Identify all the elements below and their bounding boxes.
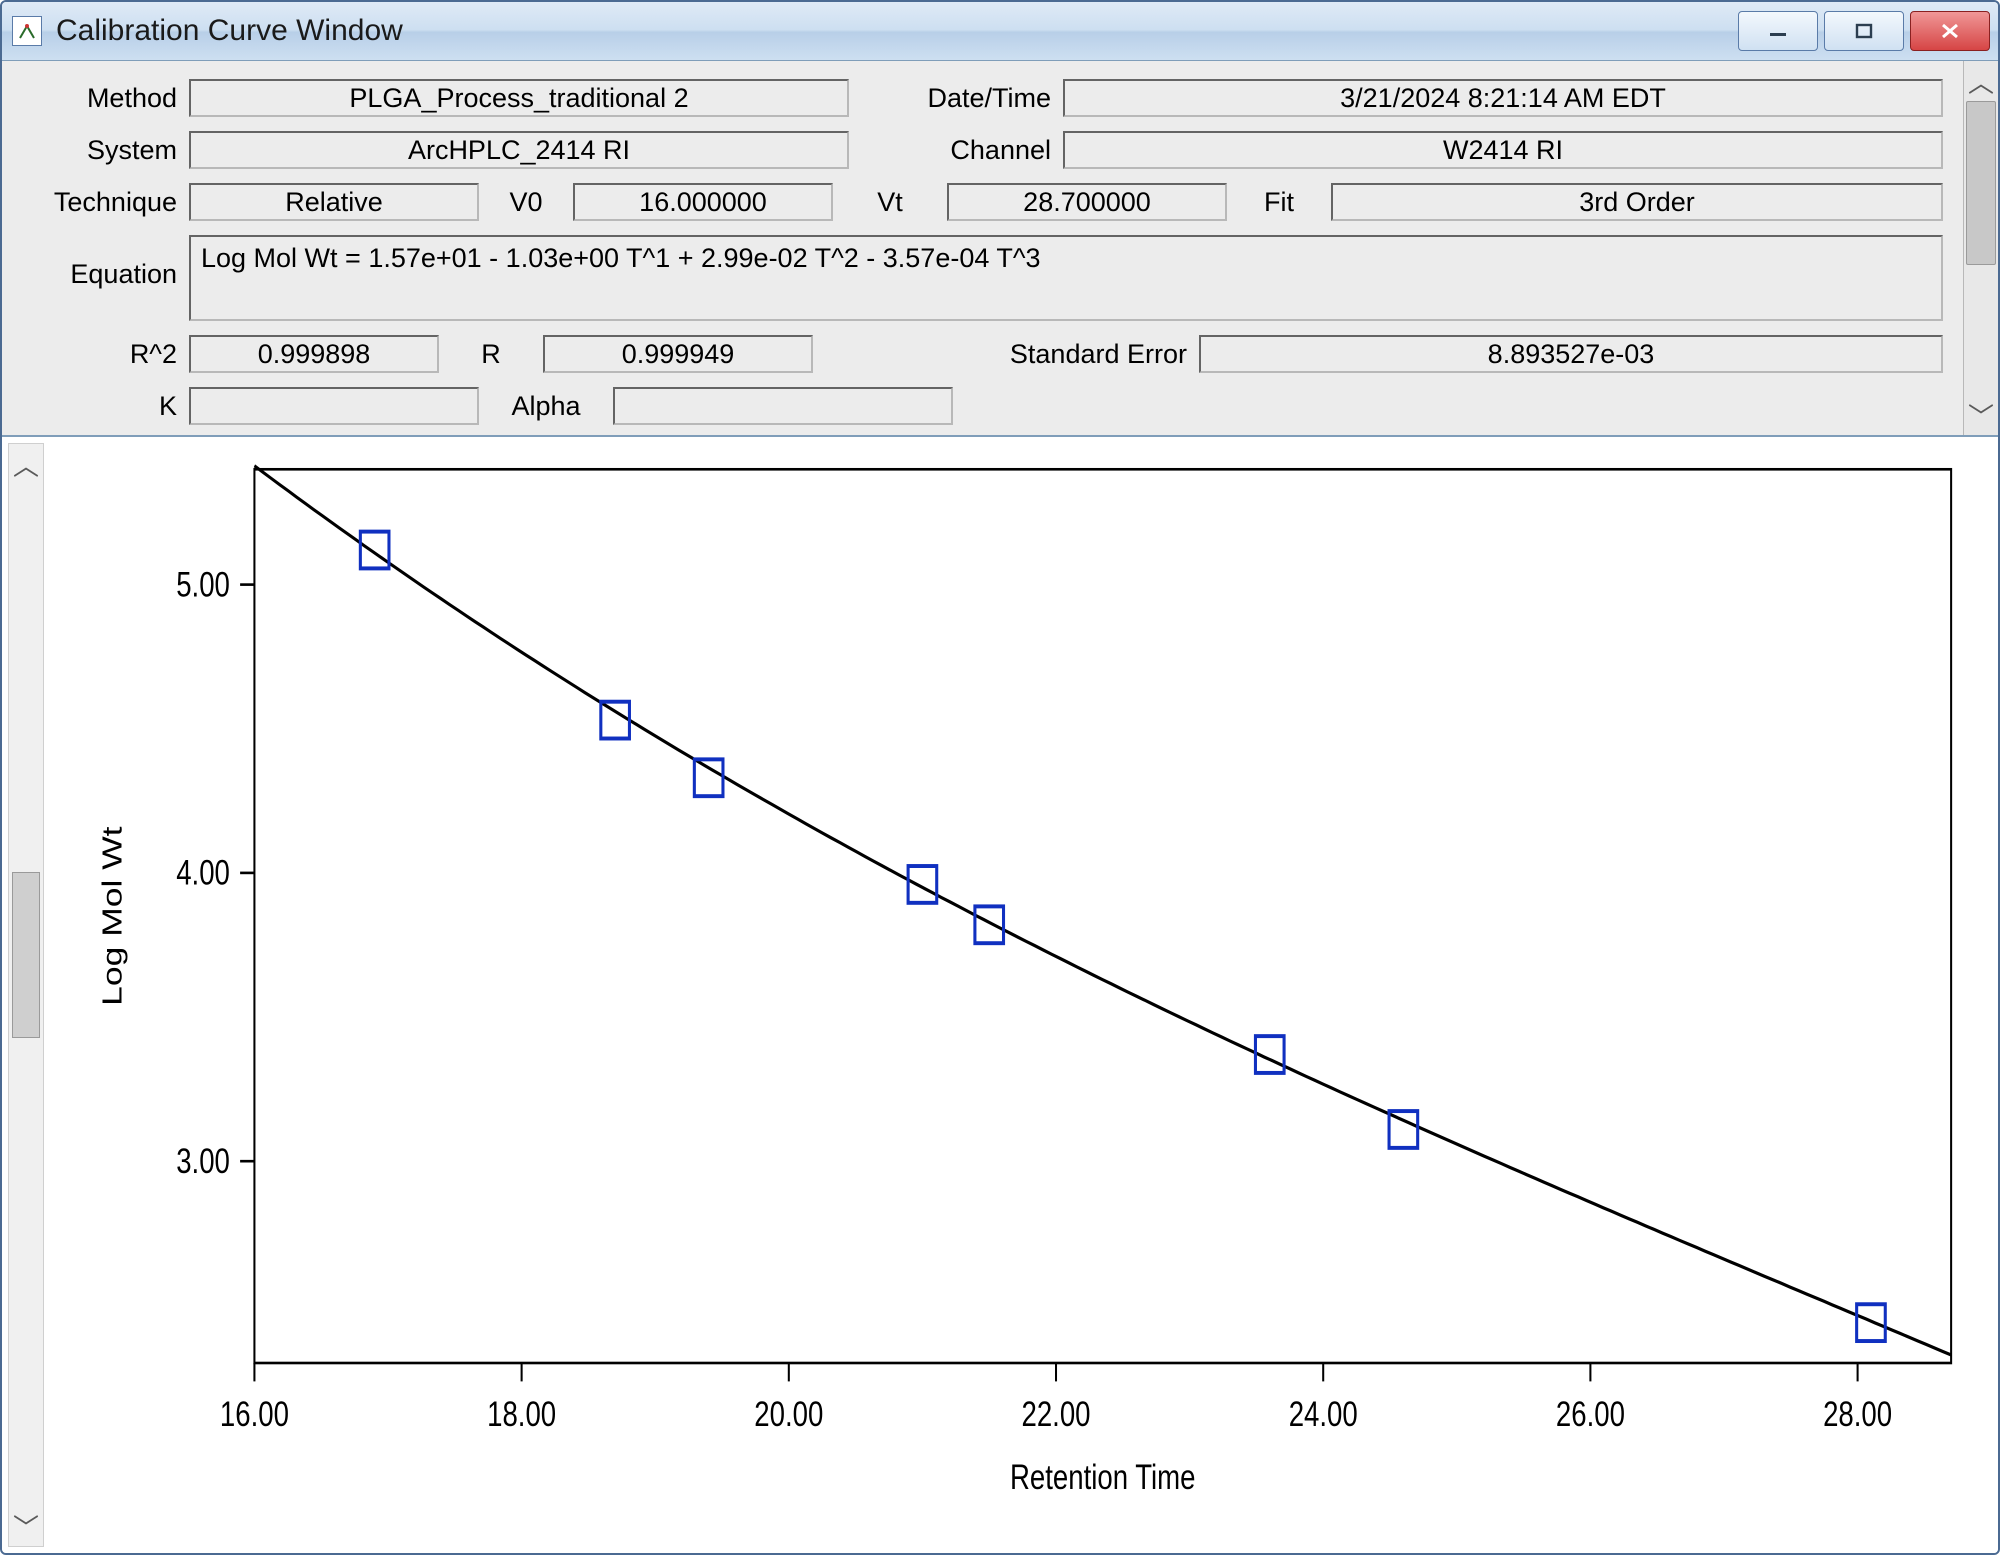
form-scrollbar[interactable]: ︿ ﹀ (1963, 61, 1998, 435)
svg-text:Retention Time: Retention Time (1010, 1457, 1195, 1497)
calibration-chart[interactable]: 16.00 18.00 20.00 22.00 24.00 26.00 28.00 3.00 4… (50, 443, 1992, 1547)
close-icon (1936, 22, 1964, 40)
window-controls (1738, 11, 1990, 51)
vt-field[interactable]: 28.700000 (947, 183, 1227, 221)
alpha-field[interactable] (613, 387, 953, 425)
chart-scroll-track[interactable] (9, 484, 43, 1506)
maximize-icon (1850, 22, 1878, 40)
calibration-curve-window: Calibration Curve Window Method PLGA_Pro… (0, 0, 2000, 1555)
maximize-button[interactable] (1824, 11, 1904, 51)
scroll-up-icon[interactable]: ︿ (1964, 61, 1998, 101)
alpha-label: Alpha (491, 391, 601, 422)
svg-text:24.00: 24.00 (1289, 1394, 1358, 1434)
svg-text:20.00: 20.00 (754, 1394, 823, 1434)
titlebar[interactable]: Calibration Curve Window (2, 2, 1998, 61)
r-field[interactable]: 0.999949 (543, 335, 813, 373)
svg-text:5.00: 5.00 (176, 564, 230, 604)
form-panel: Method PLGA_Process_traditional 2 Date/T… (2, 61, 1998, 437)
scroll-thumb[interactable] (1966, 101, 1996, 265)
svg-text:4.00: 4.00 (176, 852, 230, 892)
fit-field[interactable]: 3rd Order (1331, 183, 1943, 221)
scroll-down-icon[interactable]: ﹀ (1964, 395, 1998, 435)
chart-scrollbar[interactable]: ︿ ﹀ (8, 443, 44, 1547)
r2-field[interactable]: 0.999898 (189, 335, 439, 373)
form-area: Method PLGA_Process_traditional 2 Date/T… (2, 61, 1963, 435)
system-label: System (22, 135, 177, 166)
method-label: Method (22, 83, 177, 114)
vt-label: Vt (845, 187, 935, 218)
fit-label: Fit (1239, 187, 1319, 218)
chart-panel: ︿ ﹀ 16.00 18.00 20.00 22.00 24.00 26.00 28.00 3… (2, 437, 1998, 1553)
equation-field[interactable]: Log Mol Wt = 1.57e+01 - 1.03e+00 T^1 + 2… (189, 235, 1943, 321)
datetime-label: Date/Time (861, 83, 1051, 114)
minimize-button[interactable] (1738, 11, 1818, 51)
chart-scroll-up-icon[interactable]: ︿ (9, 444, 43, 484)
r2-label: R^2 (22, 339, 177, 370)
close-button[interactable] (1910, 11, 1990, 51)
chart-scroll-thumb[interactable] (12, 872, 40, 1038)
channel-field[interactable]: W2414 RI (1063, 131, 1943, 169)
scroll-track[interactable] (1964, 101, 1998, 395)
svg-text:22.00: 22.00 (1021, 1394, 1090, 1434)
app-icon (12, 16, 42, 46)
svg-text:3.00: 3.00 (176, 1141, 230, 1181)
datetime-field[interactable]: 3/21/2024 8:21:14 AM EDT (1063, 79, 1943, 117)
svg-text:28.00: 28.00 (1823, 1394, 1892, 1434)
svg-text:Log Mol Wt: Log Mol Wt (96, 826, 127, 1006)
svg-text:16.00: 16.00 (220, 1394, 289, 1434)
svg-text:18.00: 18.00 (487, 1394, 556, 1434)
technique-label: Technique (22, 187, 177, 218)
method-field[interactable]: PLGA_Process_traditional 2 (189, 79, 849, 117)
stderr-field[interactable]: 8.893527e-03 (1199, 335, 1943, 373)
window-title: Calibration Curve Window (56, 14, 1738, 48)
chart-scroll-down-icon[interactable]: ﹀ (9, 1506, 43, 1546)
stderr-label: Standard Error (957, 339, 1187, 370)
minimize-icon (1764, 22, 1792, 40)
v0-field[interactable]: 16.000000 (573, 183, 833, 221)
svg-text:26.00: 26.00 (1556, 1394, 1625, 1434)
k-field[interactable] (189, 387, 479, 425)
v0-label: V0 (491, 187, 561, 218)
equation-label: Equation (22, 235, 177, 290)
r-label: R (451, 339, 531, 370)
technique-field[interactable]: Relative (189, 183, 479, 221)
system-field[interactable]: ArcHPLC_2414 RI (189, 131, 849, 169)
k-label: K (22, 391, 177, 422)
channel-label: Channel (861, 135, 1051, 166)
